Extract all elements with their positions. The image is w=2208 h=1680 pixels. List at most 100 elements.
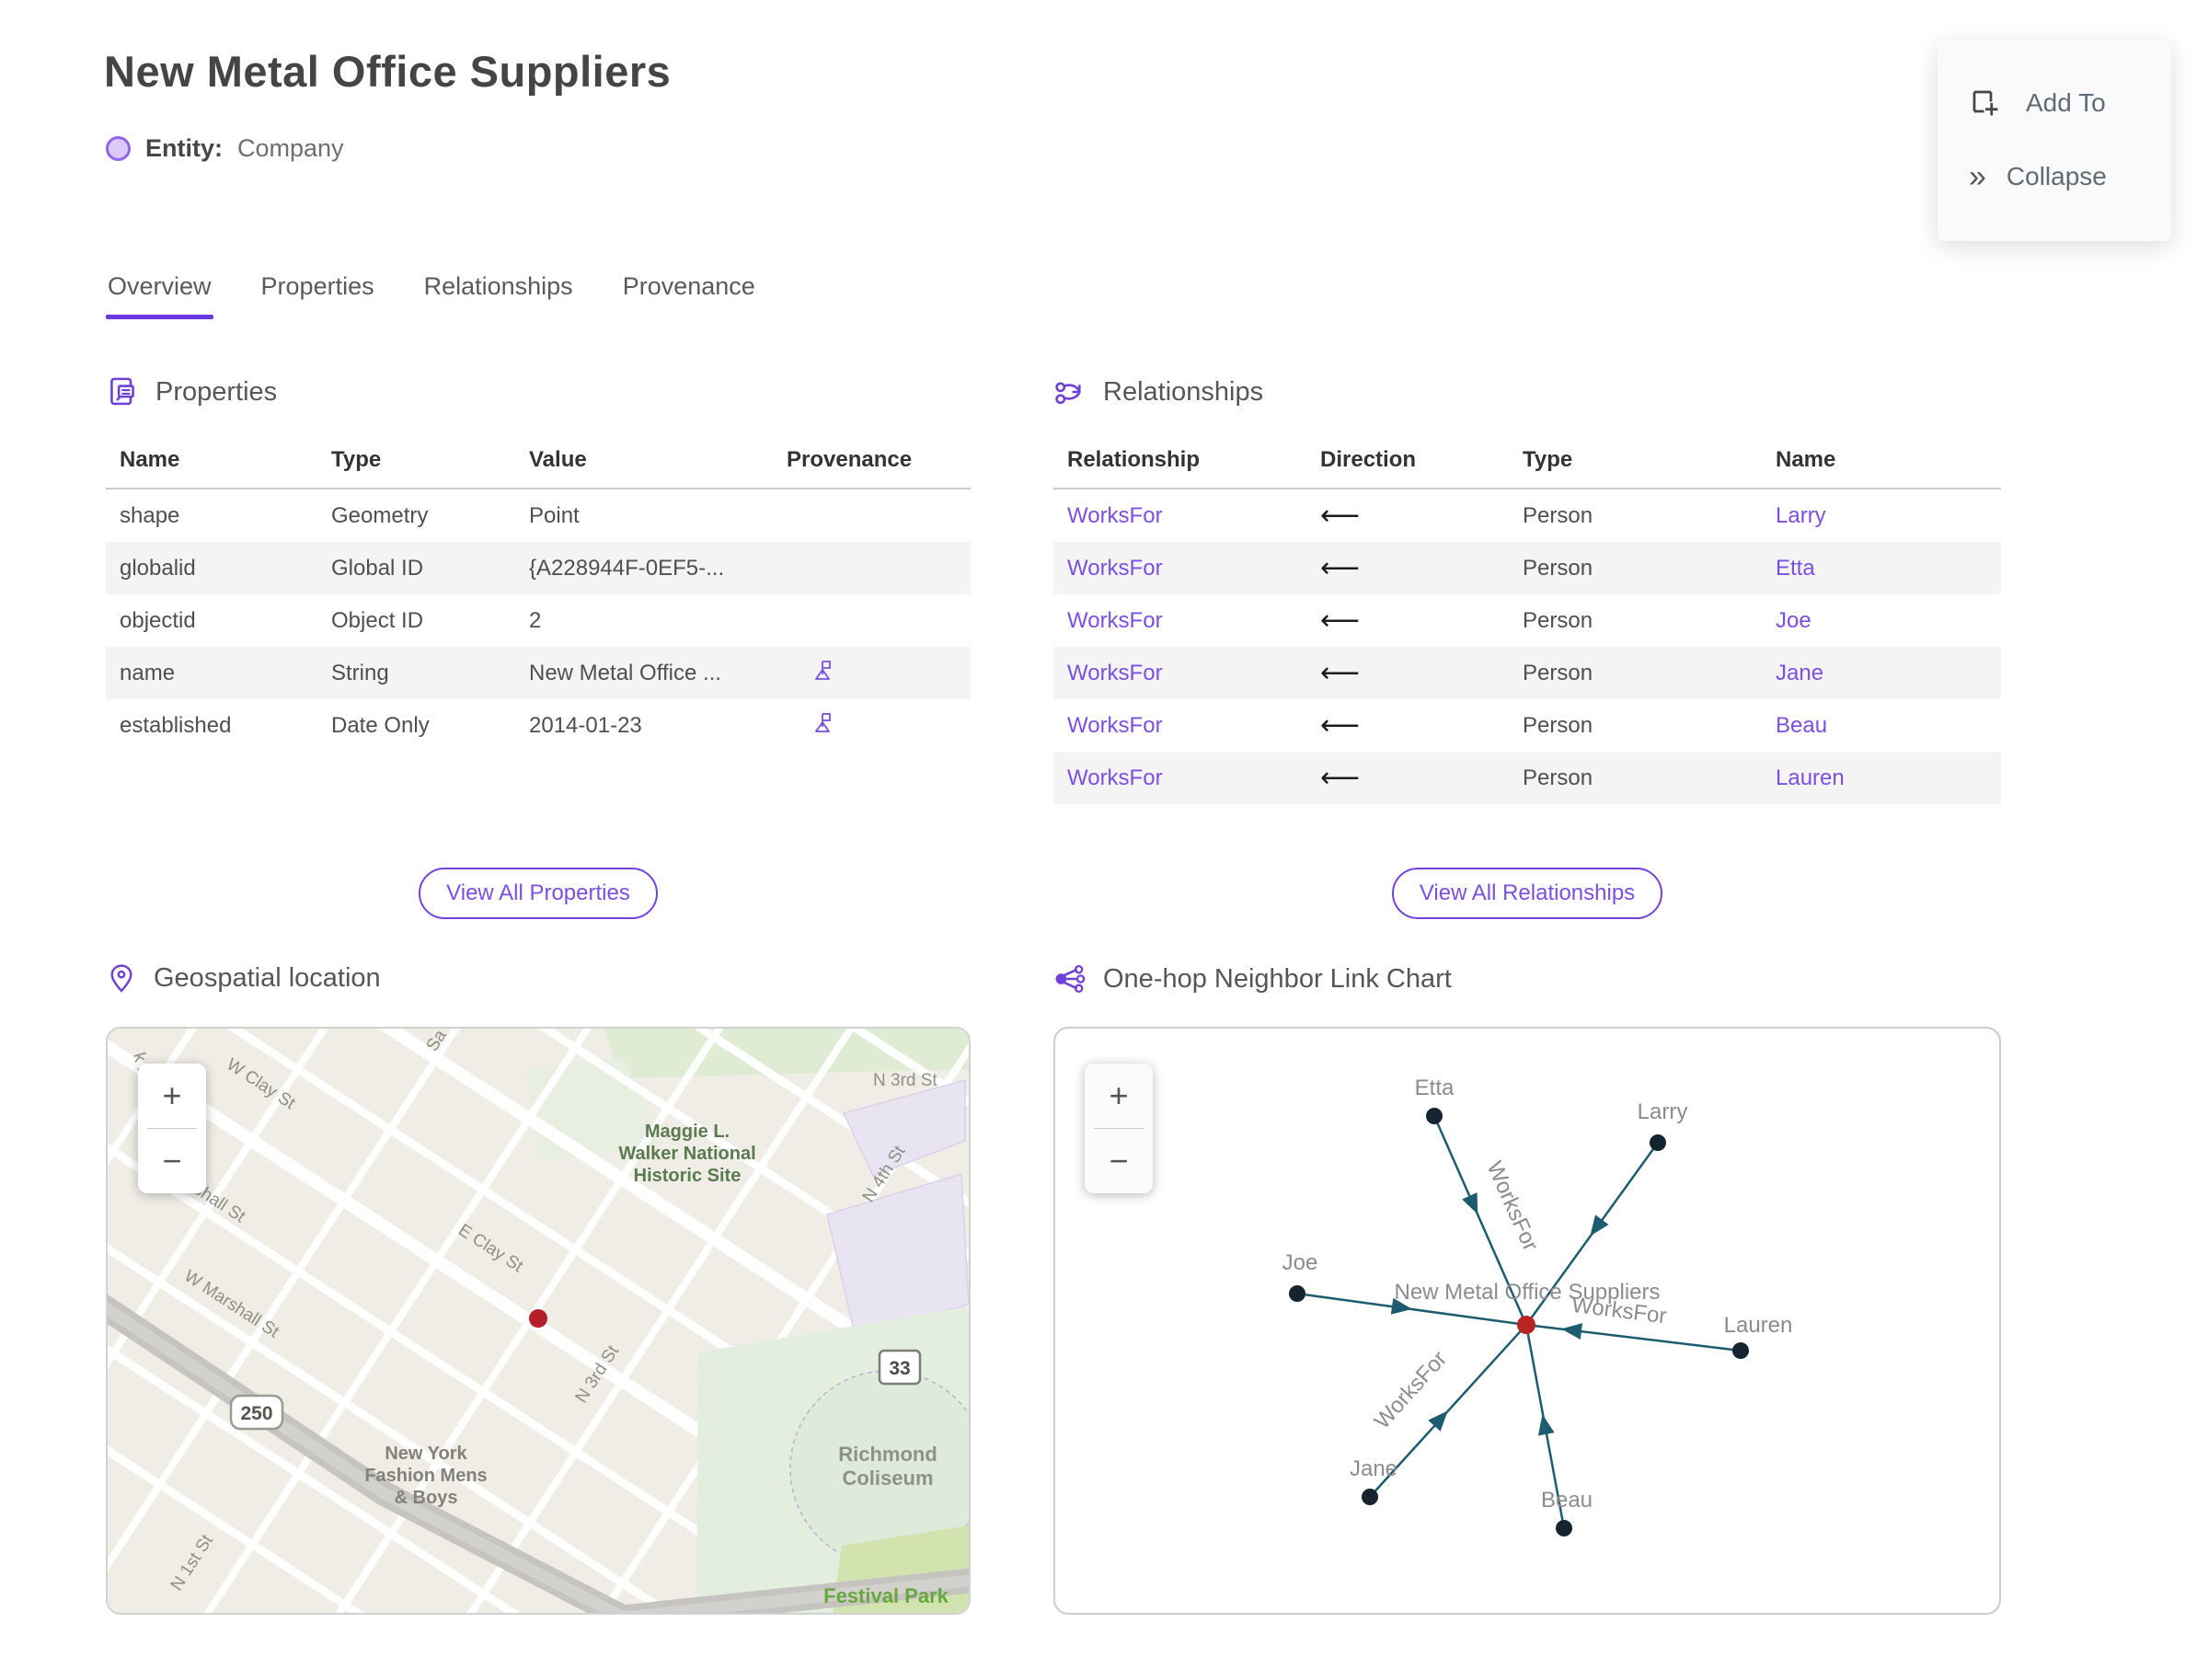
- provenance-flag-icon[interactable]: [810, 657, 835, 683]
- svg-text:250: 250: [240, 1403, 272, 1424]
- entity-link[interactable]: Larry: [1762, 503, 2001, 529]
- col-value: Value: [529, 447, 587, 472]
- node-jane[interactable]: [1362, 1489, 1378, 1505]
- poi-label: Maggie L.: [645, 1122, 730, 1142]
- chart-zoom-out-button[interactable]: −: [1085, 1129, 1153, 1193]
- relationship-link[interactable]: WorksFor: [1053, 765, 1306, 791]
- direction-arrow: ⟵: [1320, 500, 1361, 532]
- property-row: established Date Only 2014-01-23: [106, 699, 971, 752]
- node-beau[interactable]: [1556, 1520, 1572, 1536]
- basemap[interactable]: 250 33 k Rd W Clay St Sa N 3rd St N 4th …: [108, 1029, 969, 1613]
- col-name: Name: [120, 447, 180, 472]
- direction-arrow: ⟵: [1320, 709, 1361, 742]
- relationships-icon: [1055, 382, 1081, 405]
- edge-label: WorksFor: [1481, 1157, 1543, 1255]
- view-all-relationships-button[interactable]: View All Relationships: [1391, 868, 1663, 919]
- map-zoom-out-button[interactable]: −: [138, 1129, 206, 1193]
- properties-icon: [110, 377, 134, 406]
- property-row: shape Geometry Point: [120, 502, 580, 528]
- tab-overview[interactable]: Overview: [106, 272, 213, 319]
- poi-label: New York: [385, 1444, 467, 1464]
- tab-relationships[interactable]: Relationships: [422, 272, 575, 319]
- map-marker[interactable]: [529, 1309, 547, 1328]
- col-name: Name: [1776, 447, 1836, 472]
- arrowhead: [1561, 1323, 1583, 1341]
- entity-label: Entity:: [145, 134, 223, 162]
- node-label: Etta: [1415, 1076, 1455, 1100]
- page-title: New Metal Office Suppliers: [104, 47, 672, 96]
- entity-link[interactable]: Joe: [1762, 608, 2001, 634]
- collapse-label: Collapse: [2006, 162, 2107, 190]
- tab-properties[interactable]: Properties: [259, 272, 376, 319]
- poi-label: & Boys: [395, 1488, 458, 1508]
- link-chart-icon: [1055, 964, 1086, 994]
- entity-link[interactable]: Beau: [1762, 713, 2001, 739]
- tab-provenance[interactable]: Provenance: [621, 272, 757, 319]
- relationship-link[interactable]: WorksFor: [1053, 503, 1306, 529]
- edge-lauren[interactable]: [1525, 1323, 1742, 1352]
- entity-link[interactable]: Etta: [1762, 556, 2001, 581]
- relationship-row: WorksFor ⟵ Person Joe: [1053, 594, 2001, 647]
- map-zoom-in-button[interactable]: +: [138, 1064, 206, 1128]
- entity-link[interactable]: Lauren: [1762, 765, 2001, 791]
- node-label: Lauren: [1724, 1313, 1793, 1338]
- view-all-properties-button[interactable]: View All Properties: [419, 868, 658, 919]
- poi-label: Walker National: [618, 1144, 755, 1164]
- relationship-link[interactable]: WorksFor: [1053, 713, 1306, 739]
- node-joe[interactable]: [1289, 1285, 1305, 1302]
- route-33-shield: 33: [878, 1349, 922, 1386]
- direction-arrow: ⟵: [1320, 604, 1361, 637]
- map-panel[interactable]: + − 250 33 k W Clay St Sa N 3rd St N 4th…: [106, 1027, 971, 1615]
- entity-type-value: Company: [237, 134, 344, 162]
- relationships-table: Relationship Direction Type Name WorksFo…: [1053, 434, 2001, 804]
- poi-label: Richmond: [838, 1443, 937, 1466]
- col-direction: Direction: [1320, 447, 1417, 472]
- poi-label: Festival Park: [823, 1584, 949, 1607]
- col-provenance: Provenance: [787, 447, 913, 472]
- add-to-icon: [1972, 90, 1998, 116]
- node-etta[interactable]: [1426, 1108, 1443, 1124]
- col-type: Type: [1523, 447, 1573, 472]
- node-label: Jane: [1350, 1456, 1397, 1481]
- link-chart-panel[interactable]: + − WorksFor WorksFor WorksFor Etta Larr…: [1053, 1027, 2001, 1615]
- col-type: Type: [331, 447, 382, 472]
- relationship-link[interactable]: WorksFor: [1053, 556, 1306, 581]
- entity-type-dot-icon: [106, 136, 131, 161]
- property-row: objectid Object ID 2: [120, 607, 542, 633]
- link-chart-canvas[interactable]: WorksFor WorksFor WorksFor Etta Larry Jo…: [1055, 1029, 1999, 1613]
- view-all-relationships-wrap: View All Relationships: [1053, 868, 2001, 919]
- chart-zoom-control: + −: [1085, 1064, 1153, 1193]
- node-lauren[interactable]: [1732, 1342, 1749, 1359]
- link-chart-section-title: One-hop Neighbor Link Chart: [1103, 963, 1452, 994]
- street-label: N 3rd St: [873, 1071, 937, 1090]
- view-all-properties-wrap: View All Properties: [106, 868, 971, 919]
- relationship-row: WorksFor ⟵ Person Larry: [1053, 489, 2001, 542]
- node-label: Larry: [1638, 1099, 1688, 1124]
- node-larry[interactable]: [1650, 1134, 1666, 1151]
- properties-section-header: Properties: [106, 375, 277, 408]
- chart-zoom-in-button[interactable]: +: [1085, 1064, 1153, 1128]
- relationships-section-title: Relationships: [1103, 376, 1264, 407]
- tab-bar: Overview Properties Relationships Proven…: [106, 272, 757, 319]
- properties-section-title: Properties: [155, 376, 278, 407]
- geospatial-section-header: Geospatial location: [106, 962, 381, 994]
- properties-table-header: Name Type Value Provenance: [106, 434, 971, 489]
- collapse-button[interactable]: » Collapse: [1969, 140, 2171, 213]
- entity-link[interactable]: Jane: [1762, 661, 2001, 686]
- col-relationship: Relationship: [1067, 447, 1201, 472]
- direction-arrow: ⟵: [1320, 657, 1361, 689]
- relationship-link[interactable]: WorksFor: [1053, 608, 1306, 634]
- geospatial-section-title: Geospatial location: [154, 962, 381, 993]
- add-to-button[interactable]: Add To: [1969, 66, 2171, 140]
- poi-label: Coliseum: [842, 1467, 933, 1490]
- node-center-company[interactable]: [1517, 1316, 1535, 1334]
- poi-label: Historic Site: [634, 1166, 742, 1186]
- provenance-flag-icon[interactable]: [810, 709, 835, 735]
- map-zoom-control: + −: [138, 1064, 206, 1193]
- map-pin-icon: [110, 964, 132, 993]
- property-row: globalid Global ID {A228944F-0EF5-...: [106, 542, 971, 594]
- relationship-link[interactable]: WorksFor: [1053, 661, 1306, 686]
- floating-action-menu: Add To » Collapse: [1938, 40, 2171, 241]
- arrowhead: [1590, 1214, 1609, 1237]
- entity-badge: Entity: Company: [106, 134, 344, 163]
